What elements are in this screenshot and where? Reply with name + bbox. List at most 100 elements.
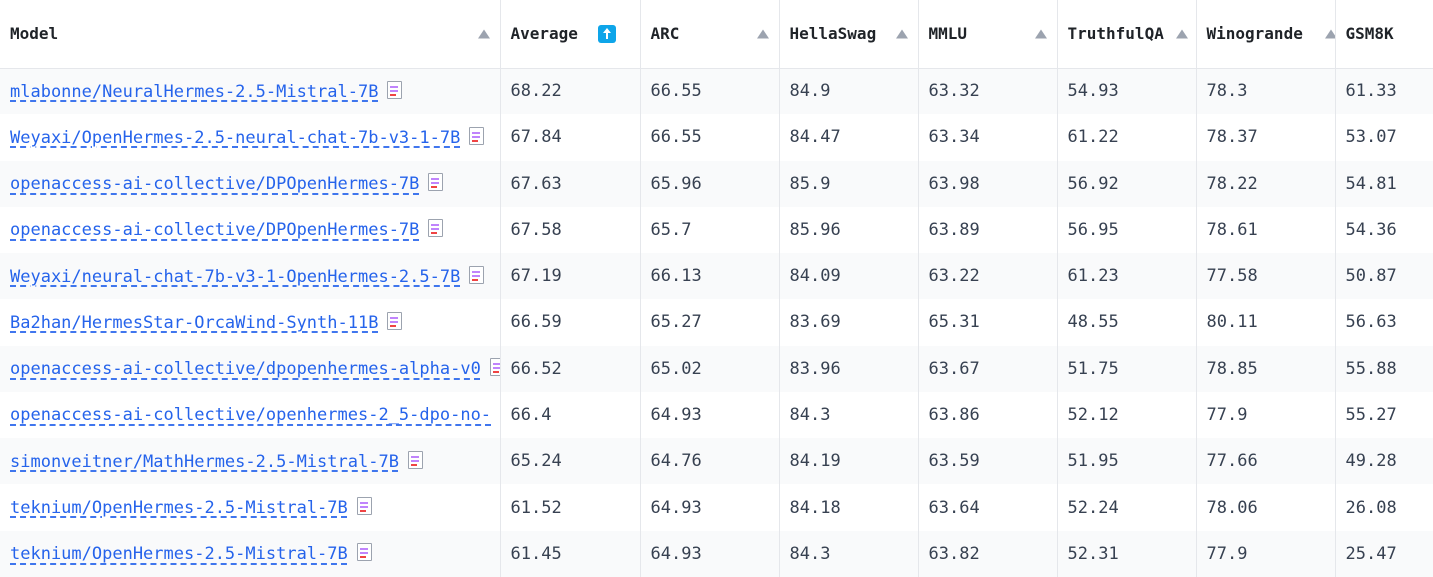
document-icon[interactable]	[489, 358, 499, 377]
cell-truthfulqa: 51.75	[1057, 345, 1197, 392]
cell-hellaswag: 85.9	[779, 160, 919, 207]
cell-model: Weyaxi/neural-chat-7b-v3-1-OpenHermes-2.…	[0, 253, 501, 300]
cell-arc: 65.27	[640, 299, 780, 346]
cell-mmlu: 63.22	[918, 253, 1058, 300]
cell-truthfulqa: 61.22	[1057, 114, 1197, 161]
model-link[interactable]: simonveitner/MathHermes-2.5-Mistral-7B	[10, 452, 399, 472]
sort-icon[interactable]	[477, 29, 490, 39]
table-row: mlabonne/NeuralHermes-2.5-Mistral-7B 68.2…	[0, 68, 1433, 115]
cell-hellaswag: 83.96	[779, 345, 919, 392]
cell-average: 65.24	[500, 438, 641, 485]
cell-hellaswag: 84.19	[779, 438, 919, 485]
cell-gsm8k: 55.27	[1345, 404, 1397, 425]
cell-arc: 64.93	[640, 391, 780, 439]
cell-gsm8k: 25.47	[1345, 543, 1397, 564]
column-header-model[interactable]: Model	[0, 0, 501, 69]
table-row: teknium/OpenHermes-2.5-Mistral-7B 61.52 64…	[0, 484, 1433, 531]
cell-mmlu: 63.98	[918, 160, 1058, 207]
cell-gsm8k: 54.81	[1345, 173, 1397, 194]
cell-truthfulqa: 56.95	[1057, 206, 1197, 254]
sort-icon[interactable]	[1034, 29, 1047, 39]
document-icon[interactable]	[387, 311, 403, 330]
cell-truthfulqa: 61.23	[1057, 253, 1197, 300]
model-link[interactable]: openaccess-ai-collective/dpopenhermes-al…	[10, 359, 481, 379]
cell-mmlu: 63.64	[918, 484, 1058, 531]
table-row: openaccess-ai-collective/dpopenhermes-al…	[0, 345, 1433, 392]
leaderboard-table: Model Average ARC HellaSwag MMLU Truthfu…	[0, 0, 1433, 577]
cell-average: 61.45	[500, 530, 641, 577]
document-icon[interactable]	[356, 497, 372, 516]
cell-hellaswag: 83.69	[779, 299, 919, 346]
cell-average: 68.22	[500, 68, 641, 115]
table-row: Weyaxi/neural-chat-7b-v3-1-OpenHermes-2.…	[0, 253, 1433, 300]
cell-winogrande: 77.66	[1196, 438, 1336, 485]
cell-arc: 65.96	[640, 160, 780, 207]
cell-gsm8k: 54.36	[1345, 219, 1397, 240]
model-link[interactable]: openaccess-ai-collective/openhermes-2_5-…	[10, 405, 491, 425]
cell-gsm8k: 56.63	[1345, 312, 1397, 333]
cell-winogrande: 77.9	[1196, 391, 1336, 439]
cell-average: 67.63	[500, 160, 641, 207]
cell-winogrande: 78.22	[1196, 160, 1336, 207]
cell-winogrande: 78.85	[1196, 345, 1336, 392]
document-icon[interactable]	[428, 173, 444, 192]
cell-average: 61.52	[500, 484, 641, 531]
cell-truthfulqa: 52.31	[1057, 530, 1197, 577]
model-link[interactable]: teknium/OpenHermes-2.5-Mistral-7B	[10, 544, 348, 564]
cell-hellaswag: 85.96	[779, 206, 919, 254]
cell-model: teknium/OpenHermes-2.5-Mistral-7B	[0, 530, 501, 577]
cell-mmlu: 63.59	[918, 438, 1058, 485]
cell-arc: 64.93	[640, 530, 780, 577]
model-link[interactable]: mlabonne/NeuralHermes-2.5-Mistral-7B	[10, 82, 378, 102]
column-header-average[interactable]: Average	[500, 0, 641, 69]
table-row: simonveitner/MathHermes-2.5-Mistral-7B 65…	[0, 438, 1433, 485]
cell-arc: 64.76	[640, 438, 780, 485]
cell-truthfulqa: 56.92	[1057, 160, 1197, 207]
cell-gsm8k: 50.87	[1345, 266, 1397, 287]
sort-icon[interactable]	[1175, 29, 1188, 39]
cell-truthfulqa: 54.93	[1057, 68, 1197, 115]
cell-mmlu: 63.34	[918, 114, 1058, 161]
model-link[interactable]: Weyaxi/OpenHermes-2.5-neural-chat-7b-v3-…	[10, 128, 460, 148]
cell-winogrande: 78.3	[1196, 68, 1336, 115]
column-header-arc[interactable]: ARC	[640, 0, 780, 69]
model-link[interactable]: Ba2han/HermesStar-OrcaWind-Synth-11B	[10, 313, 378, 333]
cell-hellaswag: 84.18	[779, 484, 919, 531]
cell-winogrande: 77.58	[1196, 253, 1336, 300]
cell-average: 67.84	[500, 114, 641, 161]
column-header-gsm8k[interactable]: GSM8K	[1335, 0, 1433, 69]
cell-mmlu: 63.67	[918, 345, 1058, 392]
column-header-truthfulqa[interactable]: TruthfulQA	[1057, 0, 1197, 69]
model-link[interactable]: openaccess-ai-collective/DPOpenHermes-7B	[10, 220, 419, 240]
model-link[interactable]: openaccess-ai-collective/DPOpenHermes-7B	[10, 174, 419, 194]
model-link[interactable]: teknium/OpenHermes-2.5-Mistral-7B	[10, 498, 348, 518]
cell-arc: 66.13	[640, 253, 780, 300]
cell-average: 66.52	[500, 345, 641, 392]
cell-truthfulqa: 52.24	[1057, 484, 1197, 531]
sort-icon[interactable]	[756, 29, 769, 39]
document-icon[interactable]	[469, 265, 485, 284]
table-row: Ba2han/HermesStar-OrcaWind-Synth-11B 66.5…	[0, 299, 1433, 346]
document-icon[interactable]	[387, 80, 403, 99]
document-icon[interactable]	[407, 450, 423, 469]
cell-average: 66.4	[500, 391, 641, 439]
sort-active-icon[interactable]	[597, 24, 616, 43]
cell-truthfulqa: 48.55	[1057, 299, 1197, 346]
sort-icon[interactable]	[1324, 29, 1334, 39]
cell-model: openaccess-ai-collective/DPOpenHermes-7B	[0, 206, 501, 254]
cell-gsm8k: 53.07	[1345, 127, 1397, 148]
cell-model: simonveitner/MathHermes-2.5-Mistral-7B	[0, 438, 501, 485]
cell-average: 67.58	[500, 206, 641, 254]
table-body: mlabonne/NeuralHermes-2.5-Mistral-7B 68.2…	[0, 68, 1433, 577]
document-icon[interactable]	[356, 543, 372, 562]
model-link[interactable]: Weyaxi/neural-chat-7b-v3-1-OpenHermes-2.…	[10, 267, 460, 287]
cell-winogrande: 78.37	[1196, 114, 1336, 161]
cell-average: 66.59	[500, 299, 641, 346]
column-header-winogrande[interactable]: Winogrande	[1196, 0, 1336, 69]
table-row: teknium/OpenHermes-2.5-Mistral-7B 61.45 64…	[0, 530, 1433, 577]
column-header-hellaswag[interactable]: HellaSwag	[779, 0, 919, 69]
document-icon[interactable]	[428, 219, 444, 238]
sort-icon[interactable]	[895, 29, 908, 39]
column-header-mmlu[interactable]: MMLU	[918, 0, 1058, 69]
document-icon[interactable]	[469, 126, 485, 145]
